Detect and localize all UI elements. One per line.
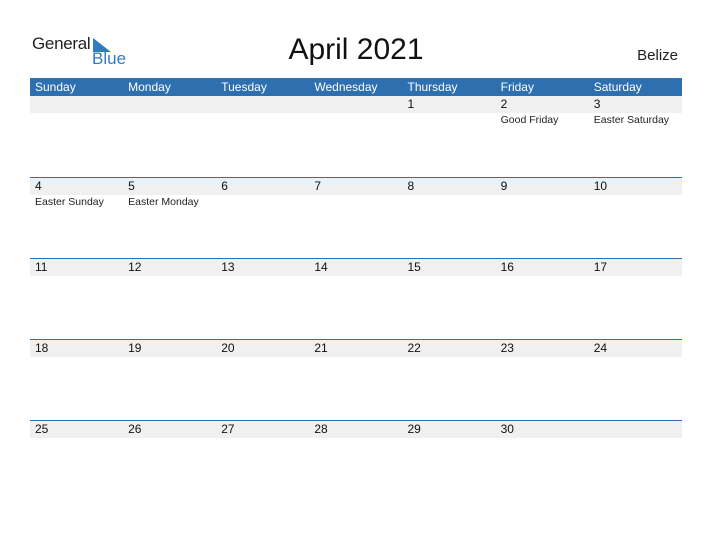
day-number: 16	[500, 260, 514, 274]
holiday-label: Good Friday	[500, 114, 559, 126]
day-number: 17	[593, 260, 608, 274]
day-number: 6	[221, 179, 228, 193]
holiday-label	[123, 113, 216, 127]
holiday-label	[216, 195, 309, 209]
day-number: 22	[407, 341, 421, 355]
day-number: 20	[221, 341, 235, 355]
week-row: 18 19 20 21 22 23 24	[30, 339, 682, 420]
week-row: 4 5 6 7 8 9 10 Easter Sunday Easter Monday	[30, 177, 682, 258]
day-number: 2	[500, 97, 508, 111]
weeks-container: 1 2 3 Good Friday Easter Saturday 4 5 6 7 8 9 10 Eas…	[30, 96, 682, 501]
day-number: 29	[407, 422, 421, 436]
day-number	[216, 96, 309, 113]
events-row: Good Friday Easter Saturday	[30, 113, 682, 127]
holiday-label	[309, 113, 402, 127]
weekday-wednesday: Wednesday	[314, 80, 378, 94]
holiday-label	[216, 113, 309, 127]
country-label: Belize	[637, 47, 678, 64]
day-number: 18	[35, 341, 49, 355]
calendar-grid: Sunday Monday Tuesday Wednesday Thursday…	[30, 78, 682, 501]
week-row: 25 26 27 28 29 30	[30, 420, 682, 501]
weekday-monday: Monday	[128, 80, 171, 94]
week-row: 1 2 3 Good Friday Easter Saturday	[30, 96, 682, 177]
day-number	[309, 96, 402, 113]
holiday-label	[589, 195, 682, 209]
day-number: 26	[128, 422, 142, 436]
holiday-label	[403, 113, 496, 127]
day-number: 1	[407, 97, 415, 111]
day-number: 24	[593, 341, 608, 355]
day-number: 30	[500, 422, 514, 436]
day-number-band: 25 26 27 28 29 30	[30, 421, 682, 438]
day-number: 15	[407, 260, 421, 274]
day-number	[123, 96, 216, 113]
day-number: 3	[593, 97, 601, 111]
day-number: 19	[128, 341, 142, 355]
day-number-band: 11 12 13 14 15 16 17	[30, 259, 682, 276]
day-number: 13	[221, 260, 235, 274]
weekday-header: Sunday Monday Tuesday Wednesday Thursday…	[30, 78, 682, 96]
weekday-saturday: Saturday	[593, 80, 642, 94]
events-row: Easter Sunday Easter Monday	[30, 195, 682, 209]
day-number: 28	[314, 422, 328, 436]
week-row: 11 12 13 14 15 16 17	[30, 258, 682, 339]
day-number-band: 4 5 6 7 8 9 10	[30, 178, 682, 195]
day-number: 9	[500, 179, 508, 193]
day-number: 8	[407, 179, 415, 193]
day-number: 7	[314, 179, 322, 193]
day-number: 4	[35, 179, 42, 193]
day-number-band: 18 19 20 21 22 23 24	[30, 340, 682, 357]
holiday-label	[309, 195, 402, 209]
day-number: 12	[128, 260, 142, 274]
day-number: 25	[35, 422, 49, 436]
day-number: 14	[314, 260, 328, 274]
day-number	[589, 421, 682, 438]
holiday-label: Easter Saturday	[593, 114, 670, 126]
day-number	[30, 96, 123, 113]
holiday-label	[30, 113, 123, 127]
day-number: 5	[128, 179, 135, 193]
holiday-label: Easter Sunday	[35, 196, 104, 208]
weekday-thursday: Thursday	[407, 80, 458, 94]
day-number: 21	[314, 341, 328, 355]
holiday-label	[403, 195, 496, 209]
day-number: 27	[221, 422, 235, 436]
day-number: 10	[593, 179, 608, 193]
weekday-friday: Friday	[500, 80, 534, 94]
holiday-label: Easter Monday	[128, 196, 199, 208]
day-number-band: 1 2 3	[30, 96, 682, 113]
day-number: 11	[35, 260, 48, 274]
calendar-title: April 2021	[288, 33, 424, 66]
holiday-label	[496, 195, 589, 209]
day-number: 23	[500, 341, 514, 355]
weekday-tuesday: Tuesday	[221, 80, 267, 94]
weekday-sunday: Sunday	[35, 80, 76, 94]
